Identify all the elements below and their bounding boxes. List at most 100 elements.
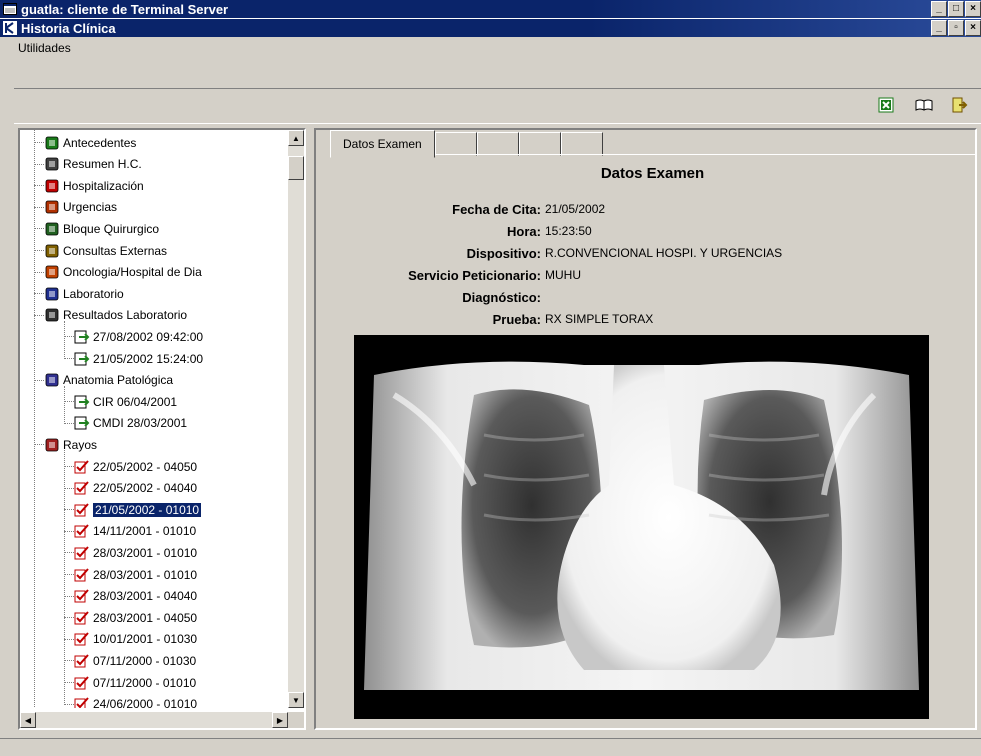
tree-item[interactable]: 24/06/2000 - 01010 bbox=[64, 694, 198, 708]
tree-connector bbox=[64, 401, 74, 403]
tree-item-label: Rayos bbox=[63, 437, 98, 452]
oncologia-icon bbox=[44, 264, 60, 280]
field-label: Diagnóstico: bbox=[462, 289, 541, 305]
tree-connector bbox=[64, 466, 74, 468]
tree-item-label: Hospitalización bbox=[63, 178, 144, 193]
tree-item[interactable]: CIR 06/04/2001 bbox=[64, 391, 178, 412]
tree-item[interactable]: Rayos bbox=[34, 434, 98, 455]
tree-item[interactable]: Consultas Externas bbox=[34, 240, 167, 261]
xray-check-icon bbox=[74, 502, 90, 518]
tab-empty-1[interactable] bbox=[434, 132, 477, 156]
field-label: Dispositivo: bbox=[466, 245, 541, 261]
tree-connector bbox=[34, 163, 44, 166]
quirurgico-icon bbox=[44, 221, 60, 237]
scroll-up-icon[interactable]: ▲ bbox=[288, 130, 304, 146]
inner-titlebar[interactable]: Historia Clínica _ ▫ × bbox=[0, 18, 981, 37]
tree-horizontal-scrollbar[interactable]: ◀ ▶ bbox=[20, 712, 288, 728]
tree-item[interactable]: 21/05/2002 15:24:00 bbox=[64, 348, 204, 369]
xray-check-icon bbox=[74, 610, 90, 626]
tree-panel[interactable]: Antecedentes Resumen H.C. Hospitalización U… bbox=[18, 128, 306, 730]
tab-empty-2[interactable] bbox=[476, 132, 519, 156]
tree-item-label: 22/05/2002 - 04050 bbox=[93, 459, 198, 474]
inner-restore-button[interactable]: ▫ bbox=[948, 20, 964, 36]
tree-item-label: 24/06/2000 - 01010 bbox=[93, 697, 198, 708]
maximize-button[interactable]: □ bbox=[948, 1, 964, 17]
field-prueba: Prueba: RX SIMPLE TORAX bbox=[330, 310, 654, 328]
tree-item[interactable]: 28/03/2001 - 01010 bbox=[64, 542, 198, 563]
tree-item[interactable]: CMDI 28/03/2001 bbox=[64, 413, 187, 434]
tree-item-label: 21/05/2002 15:24:00 bbox=[93, 351, 204, 366]
close-button[interactable]: × bbox=[965, 1, 981, 17]
field-hora: Hora: 15:23:50 bbox=[330, 222, 592, 240]
tree-item[interactable]: 07/11/2000 - 01010 bbox=[64, 672, 196, 693]
tree-connector bbox=[64, 595, 74, 598]
tree-item[interactable]: Urgencias bbox=[34, 197, 118, 218]
scroll-thumb[interactable] bbox=[288, 156, 304, 180]
minimize-button[interactable]: _ bbox=[931, 1, 947, 17]
tree-vertical-scrollbar[interactable]: ▲ ▼ bbox=[288, 130, 304, 708]
tree-item[interactable]: Antecedentes bbox=[34, 132, 137, 153]
tree-item[interactable]: 10/01/2001 - 01030 bbox=[64, 629, 197, 650]
scroll-right-icon[interactable]: ▶ bbox=[272, 712, 288, 728]
tree-view[interactable]: Antecedentes Resumen H.C. Hospitalización U… bbox=[20, 130, 288, 708]
inner-close-button[interactable]: × bbox=[965, 20, 981, 36]
tree-connector bbox=[34, 314, 44, 317]
status-bar bbox=[0, 738, 981, 756]
book-icon[interactable] bbox=[914, 95, 934, 115]
tree-root-line bbox=[34, 130, 36, 708]
tree-item[interactable]: 07/11/2000 - 01030 bbox=[64, 650, 197, 671]
field-label: Hora: bbox=[507, 223, 541, 239]
laboratorio-icon bbox=[44, 286, 60, 302]
tree-item[interactable]: 28/03/2001 - 04050 bbox=[64, 607, 197, 628]
tree-item[interactable]: Bloque Quirurgico bbox=[34, 218, 159, 239]
tree-item[interactable]: Oncologia/Hospital de Dia bbox=[34, 262, 202, 283]
tree-item-label: 28/03/2001 - 01010 bbox=[93, 545, 198, 560]
tree-item[interactable]: 28/03/2001 - 04040 bbox=[64, 586, 197, 607]
xray-check-icon bbox=[74, 523, 90, 539]
field-value: RX SIMPLE TORAX bbox=[545, 312, 654, 326]
tree-connector bbox=[64, 638, 74, 641]
menu-utilidades[interactable]: Utilidades bbox=[0, 41, 87, 55]
toolbar bbox=[14, 88, 981, 124]
tree-item-label: Laboratorio bbox=[63, 286, 124, 301]
tree-connector bbox=[64, 574, 74, 576]
tree-item[interactable]: Hospitalización bbox=[34, 175, 144, 196]
field-dispositivo: Dispositivo: R.CONVENCIONAL HOSPI. Y URG… bbox=[330, 244, 783, 262]
tab-empty-4[interactable] bbox=[560, 132, 603, 156]
tree-item-label: Urgencias bbox=[63, 200, 118, 215]
tab-empty-3[interactable] bbox=[518, 132, 561, 156]
tree-connector bbox=[64, 530, 74, 533]
exit-icon[interactable] bbox=[950, 95, 970, 115]
tree-item[interactable]: 28/03/2001 - 01010 bbox=[64, 564, 198, 585]
tree-item[interactable]: 27/08/2002 09:42:00 bbox=[64, 326, 204, 347]
section-title: Datos Examen bbox=[600, 165, 705, 182]
inner-minimize-button[interactable]: _ bbox=[931, 20, 947, 36]
tree-item[interactable]: 22/05/2002 - 04040 bbox=[64, 478, 197, 499]
tree-item[interactable]: Laboratorio bbox=[34, 283, 124, 304]
tree-item[interactable]: 22/05/2002 - 04050 bbox=[64, 456, 198, 477]
field-value: 21/05/2002 bbox=[545, 202, 606, 216]
tab-datos-examen[interactable]: Datos Examen bbox=[330, 130, 435, 158]
tree-item-label: 27/08/2002 09:42:00 bbox=[93, 329, 204, 344]
outer-titlebar[interactable]: guatla: cliente de Terminal Server _ □ × bbox=[0, 0, 981, 18]
exam-content: Datos Examen Fecha de Cita: 21/05/2002 H… bbox=[330, 154, 975, 725]
tree-item[interactable]: Resultados Laboratorio bbox=[34, 305, 187, 326]
inner-window-title: Historia Clínica bbox=[21, 20, 116, 36]
field-fecha: Fecha de Cita: 21/05/2002 bbox=[330, 200, 605, 218]
tree-item[interactable]: 14/11/2001 - 01010 bbox=[64, 521, 196, 542]
tree-item[interactable]: Anatomia Patológica bbox=[34, 370, 173, 391]
field-servicio: Servicio Peticionario: MUHU bbox=[330, 266, 581, 284]
document-arrow-icon bbox=[74, 415, 90, 431]
tree-item[interactable]: Resumen H.C. bbox=[34, 154, 142, 175]
tree-item-label: Antecedentes bbox=[63, 135, 137, 150]
scroll-down-icon[interactable]: ▼ bbox=[288, 692, 304, 708]
tree-item-label: CIR 06/04/2001 bbox=[93, 394, 178, 409]
excel-icon[interactable] bbox=[876, 95, 896, 115]
document-arrow-icon bbox=[74, 351, 90, 367]
tree-item-label: 07/11/2000 - 01030 bbox=[93, 653, 197, 668]
scroll-left-icon[interactable]: ◀ bbox=[20, 712, 36, 728]
tree-item-label: 28/03/2001 - 01010 bbox=[93, 567, 198, 582]
xray-check-icon bbox=[74, 567, 90, 583]
xray-check-icon bbox=[74, 631, 90, 647]
tree-item[interactable]: 21/05/2002 - 01010 bbox=[64, 499, 202, 520]
